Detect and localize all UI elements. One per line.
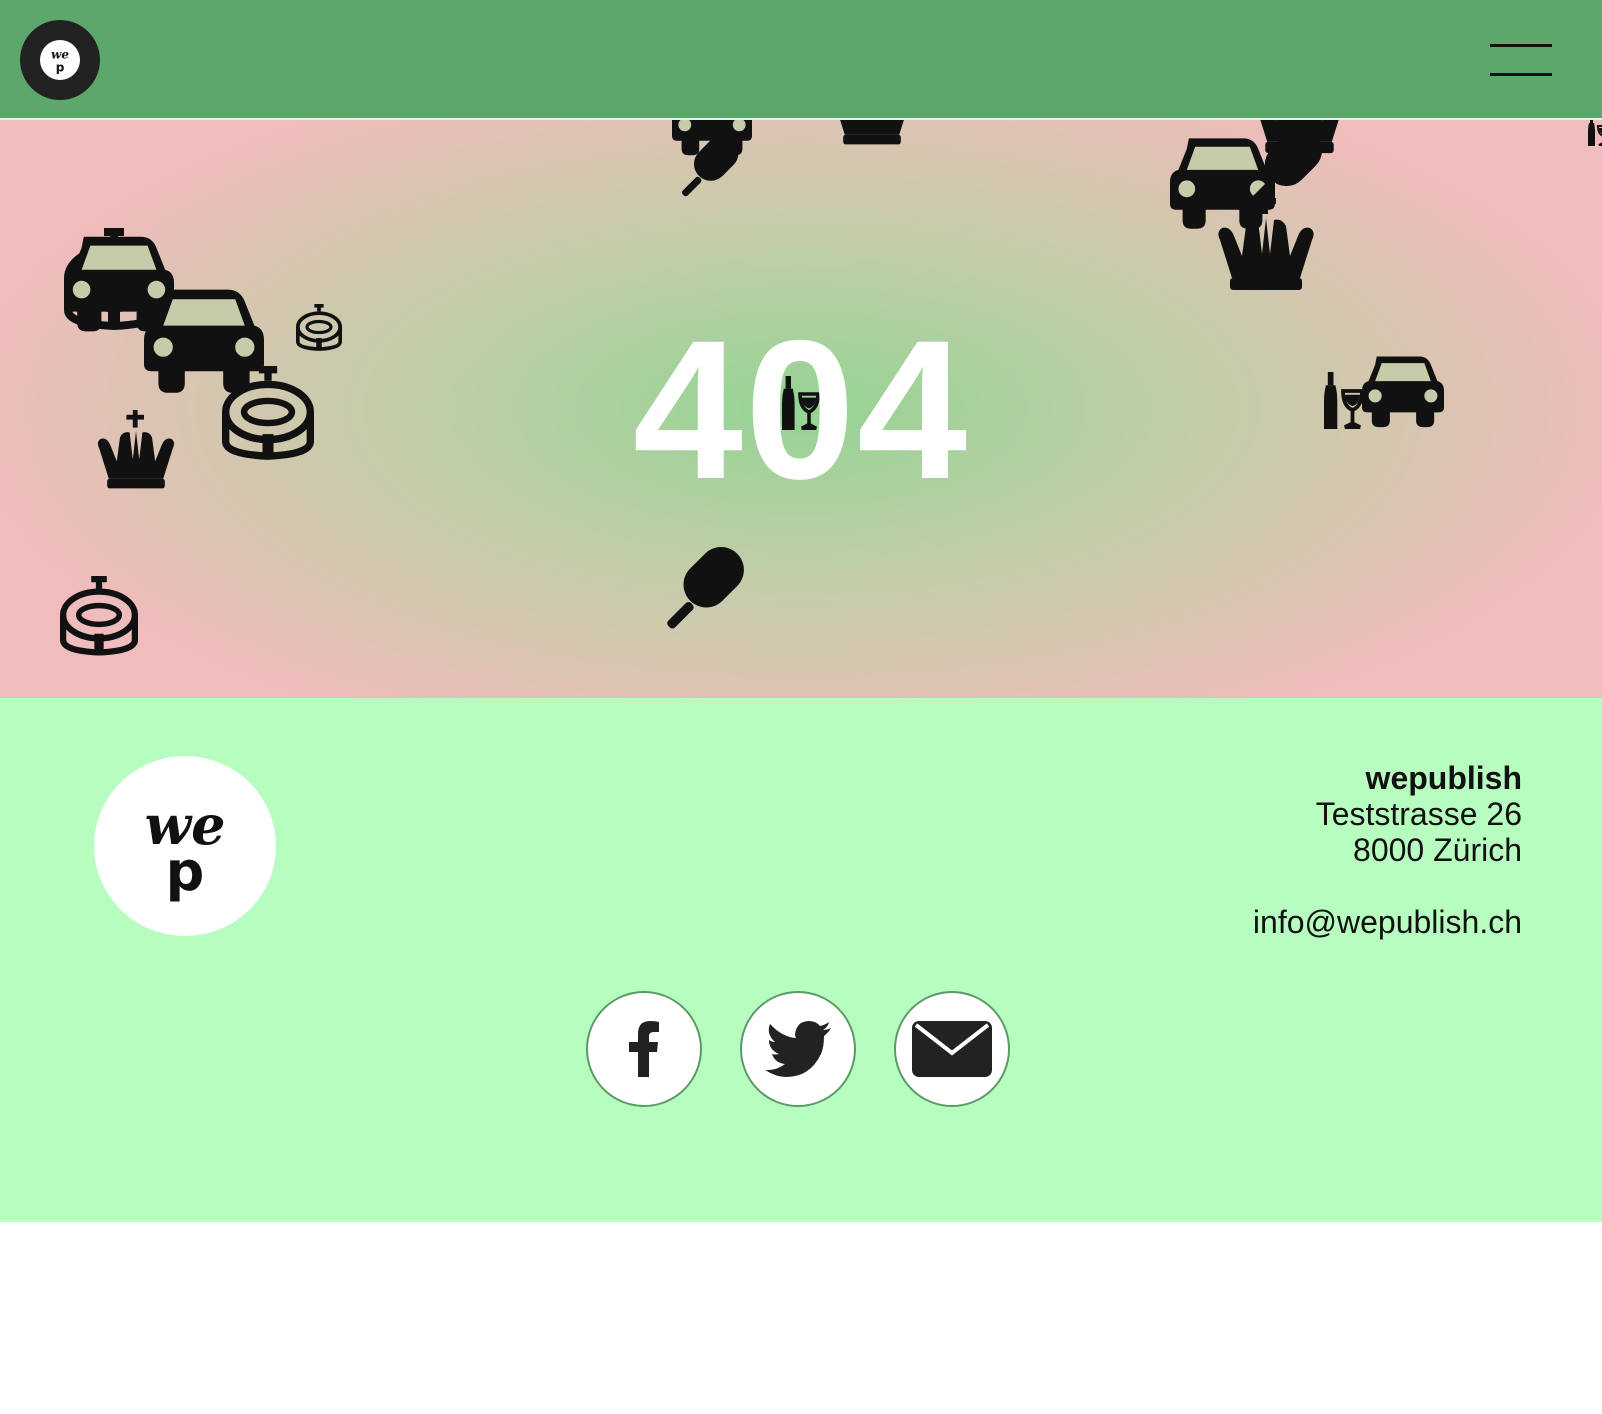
street-address: Teststrasse 26 — [1315, 796, 1522, 832]
svg-text:we: we — [51, 48, 69, 62]
email-link[interactable]: info@wepublish.ch — [1253, 904, 1522, 940]
facebook-icon — [629, 1021, 659, 1077]
email-button[interactable] — [894, 991, 1010, 1107]
city-address: 8000 Zürich — [1353, 832, 1522, 868]
wep-logo-icon: we p — [40, 40, 80, 80]
error-hero: 404 — [0, 120, 1602, 698]
facebook-button[interactable] — [586, 991, 702, 1107]
mail-icon — [912, 1021, 992, 1077]
wep-logo-icon[interactable]: we p — [94, 756, 276, 936]
error-code-heading: 404 — [632, 299, 970, 520]
site-header: we p — [0, 0, 1602, 120]
svg-text:p: p — [166, 840, 205, 903]
twitter-icon — [765, 1021, 831, 1077]
twitter-button[interactable] — [740, 991, 856, 1107]
header-logo-button[interactable]: we p — [20, 20, 100, 100]
menu-line-top — [1490, 44, 1552, 47]
contact-address: wepublish Teststrasse 26 8000 Zürich inf… — [1253, 760, 1522, 940]
organization-name: wepublish — [1365, 760, 1522, 796]
svg-text:p: p — [56, 60, 65, 74]
site-footer: we p wepublish Teststrasse 26 8000 Züric… — [0, 698, 1602, 1222]
hamburger-menu-icon[interactable] — [1490, 42, 1552, 78]
menu-line-bottom — [1490, 73, 1552, 76]
social-links — [586, 991, 1010, 1107]
